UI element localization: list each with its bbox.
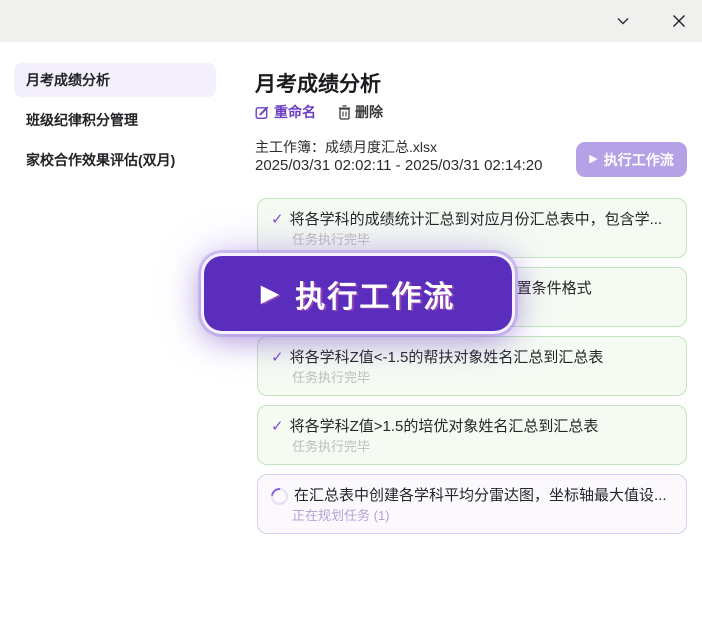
sidebar-item-label: 月考成绩分析	[26, 70, 110, 90]
task-status: 任务执行完毕	[292, 439, 673, 455]
check-icon: ✓	[271, 417, 284, 436]
sidebar-item-home-school-evaluation[interactable]: 家校合作效果评估(双月)	[14, 143, 216, 177]
task-text: 将各学科的成绩统计汇总到对应月份汇总表中，包含学...	[290, 210, 663, 229]
task-text: 将各学科Z值<-1.5的帮扶对象姓名汇总到汇总表	[290, 348, 604, 367]
action-bar: 重命名 删除	[255, 102, 383, 122]
time-range: 2025/03/31 02:02:11 - 2025/03/31 02:14:2…	[255, 157, 542, 174]
check-icon: ✓	[271, 348, 284, 367]
run-workflow-button[interactable]: ▶ 执行工作流	[576, 142, 687, 177]
sidebar-item-label: 家校合作效果评估(双月)	[26, 150, 175, 170]
task-text: 置条件格式	[517, 279, 592, 298]
close-button[interactable]	[666, 8, 692, 34]
page-title: 月考成绩分析	[255, 68, 381, 98]
close-icon	[671, 13, 687, 29]
sidebar-item-label: 班级纪律积分管理	[26, 110, 138, 130]
task-text: 在汇总表中创建各学科平均分雷达图，坐标轴最大值设...	[294, 486, 667, 505]
task-card[interactable]: ✓ 将各学科Z值<-1.5的帮扶对象姓名汇总到汇总表 任务执行完毕	[257, 336, 687, 396]
delete-button[interactable]: 删除	[338, 102, 383, 122]
delete-label: 删除	[355, 102, 383, 122]
task-card[interactable]: ✓ 将各学科的成绩统计汇总到对应月份汇总表中，包含学... 任务执行完毕	[257, 198, 687, 258]
task-list: ✓ 将各学科的成绩统计汇总到对应月份汇总表中，包含学... 任务执行完毕 ✓ 置…	[257, 198, 687, 534]
rename-label: 重命名	[274, 102, 316, 122]
sidebar: 月考成绩分析 班级纪律积分管理 家校合作效果评估(双月)	[14, 63, 216, 183]
trash-icon	[338, 105, 351, 120]
task-status: 任务执行完毕	[292, 232, 673, 248]
titlebar	[0, 0, 702, 42]
task-status: 正在规划任务 (1)	[292, 508, 673, 524]
play-icon: ▶	[589, 154, 597, 165]
task-card[interactable]: 在汇总表中创建各学科平均分雷达图，坐标轴最大值设... 正在规划任务 (1)	[257, 474, 687, 534]
spinner-icon	[268, 485, 292, 509]
sidebar-item-monthly-exam-analysis[interactable]: 月考成绩分析	[14, 63, 216, 97]
workbook-info: 主工作簿：成绩月度汇总.xlsx	[255, 137, 437, 157]
run-workflow-overlay-label: 执行工作流	[295, 272, 455, 316]
run-workflow-overlay-button[interactable]: ▶ 执行工作流	[204, 256, 512, 331]
chevron-down-icon	[614, 12, 632, 30]
check-icon: ✓	[271, 210, 284, 229]
play-icon: ▶	[261, 282, 279, 306]
rename-button[interactable]: 重命名	[255, 102, 316, 122]
pencil-square-icon	[255, 105, 270, 120]
run-workflow-label: 执行工作流	[604, 150, 674, 170]
minimize-button[interactable]	[610, 8, 636, 34]
task-card[interactable]: ✓ 将各学科Z值>1.5的培优对象姓名汇总到汇总表 任务执行完毕	[257, 405, 687, 465]
sidebar-item-class-discipline-points[interactable]: 班级纪律积分管理	[14, 103, 216, 137]
task-text: 将各学科Z值>1.5的培优对象姓名汇总到汇总表	[290, 417, 599, 436]
task-status: 任务执行完毕	[292, 370, 673, 386]
